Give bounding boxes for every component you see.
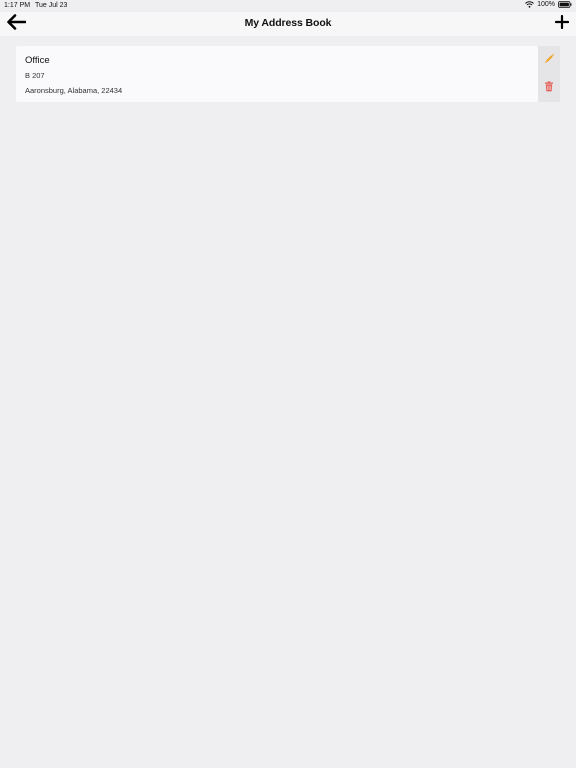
delete-address-button[interactable] — [538, 74, 560, 102]
add-address-button[interactable] — [552, 14, 572, 34]
page-title: My Address Book — [244, 17, 332, 29]
trash-icon — [544, 79, 554, 97]
edit-address-button[interactable] — [538, 46, 560, 74]
address-list: Office B 207 Aaronsburg, Alabama, 22434 — [0, 36, 576, 768]
address-name: Office — [25, 55, 50, 66]
status-indicators: 100% — [525, 1, 572, 8]
wifi-icon — [525, 1, 534, 8]
address-line-2: Aaronsburg, Alabama, 22434 — [25, 86, 123, 95]
status-bar: 1:17 PM Tue Jul 23 100% — [0, 0, 576, 12]
address-line-1: B 207 — [25, 71, 45, 80]
battery-percent: 100% — [537, 1, 555, 8]
status-time: 1:17 PM — [4, 2, 31, 9]
address-details[interactable]: Office B 207 Aaronsburg, Alabama, 22434 — [16, 46, 538, 102]
navigation-bar: My Address Book — [0, 12, 576, 36]
pencil-icon — [544, 51, 555, 69]
plus-icon — [554, 14, 570, 34]
battery-icon — [558, 1, 572, 8]
address-actions — [538, 46, 560, 102]
status-date: Tue Jul 23 — [35, 2, 68, 9]
address-card[interactable]: Office B 207 Aaronsburg, Alabama, 22434 — [16, 46, 560, 102]
